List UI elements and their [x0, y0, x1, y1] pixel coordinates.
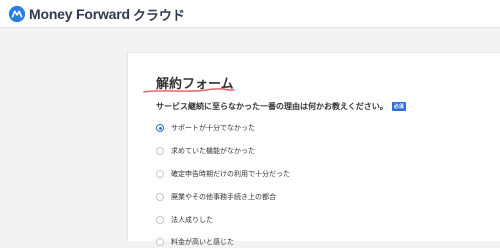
reason-option[interactable]: 廃業やその他事務手続き上の都合: [156, 191, 276, 203]
radio-button[interactable]: [156, 238, 164, 246]
question-text: サービス継続に至らなかった一番の理由は何かお教えください。: [156, 102, 388, 111]
radio-button[interactable]: [156, 216, 164, 224]
radio-button[interactable]: [156, 193, 164, 201]
reason-option-label: 料金が高いと感じた: [171, 238, 234, 246]
reason-option-label: サポートが十分でなかった: [171, 124, 255, 132]
logo-subtext: クラウド: [132, 8, 185, 24]
money-forward-logo-icon: [8, 5, 26, 23]
reason-question: サービス継続に至らなかった一番の理由は何かお教えください。 必須: [156, 101, 406, 112]
money-forward-logo[interactable]: Money Forward クラウド: [8, 4, 185, 24]
reason-option-label: 法人成りした: [171, 216, 213, 224]
reason-option[interactable]: 料金が高いと感じた: [156, 236, 234, 248]
app-header: Money Forward クラウド: [0, 0, 500, 28]
reason-option[interactable]: サポートが十分でなかった: [156, 122, 255, 134]
reason-option[interactable]: 求めていた機能がなかった: [156, 145, 255, 157]
logo-text: Money Forward: [29, 6, 130, 22]
title-underline: [143, 88, 235, 93]
reason-option[interactable]: 確定申告時期だけの利用で十分だった: [156, 168, 290, 180]
required-badge: 必須: [391, 102, 406, 111]
radio-button[interactable]: [156, 147, 164, 155]
reason-option-label: 求めていた機能がなかった: [171, 147, 255, 155]
reason-option-label: 廃業やその他事務手続き上の都合: [171, 193, 276, 201]
radio-button[interactable]: [156, 170, 164, 178]
radio-button[interactable]: [156, 124, 164, 132]
reason-option-label: 確定申告時期だけの利用で十分だった: [171, 170, 290, 178]
cancellation-form-card: 解約フォーム サービス継続に至らなかった一番の理由は何かお教えください。 必須 …: [127, 52, 500, 246]
reason-option[interactable]: 法人成りした: [156, 214, 213, 226]
